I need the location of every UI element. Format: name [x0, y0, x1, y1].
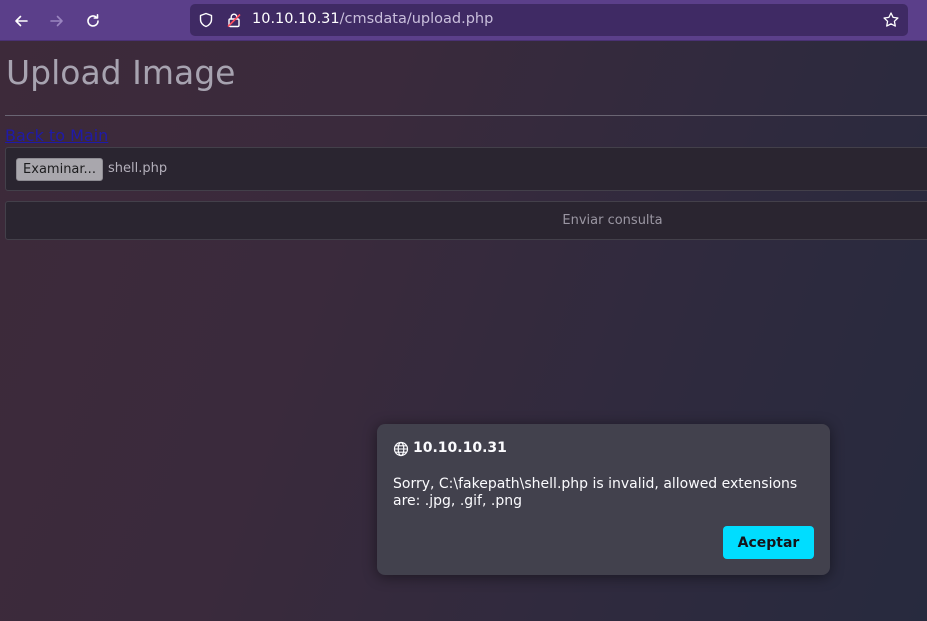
- url-text[interactable]: 10.10.10.31/cmsdata/upload.php: [252, 11, 493, 27]
- reload-icon: [87, 14, 99, 27]
- submit-label: Enviar consulta: [562, 213, 663, 228]
- browser-toolbar: 10.10.10.31/cmsdata/upload.php: [0, 0, 927, 41]
- page-title: Upload Image: [6, 53, 236, 92]
- selected-file-name: shell.php: [108, 161, 168, 176]
- file-input-row: Examinar... shell.php: [5, 147, 927, 191]
- star-icon[interactable]: [882, 11, 900, 29]
- reload-button[interactable]: [80, 8, 106, 34]
- title-divider: [5, 115, 927, 116]
- dialog-message: Sorry, C:\fakepath\shell.php is invalid,…: [393, 476, 798, 509]
- globe-icon: [393, 441, 409, 457]
- back-button[interactable]: [8, 8, 34, 34]
- dialog-host: 10.10.10.31: [413, 440, 507, 456]
- shield-icon[interactable]: [198, 12, 214, 28]
- submit-button[interactable]: Enviar consulta: [5, 201, 927, 240]
- back-to-main-link[interactable]: Back to Main: [5, 126, 108, 145]
- url-host: 10.10.10.31: [252, 11, 340, 27]
- browse-file-button[interactable]: Examinar...: [16, 158, 103, 181]
- url-bar[interactable]: 10.10.10.31/cmsdata/upload.php: [190, 4, 908, 36]
- forward-button[interactable]: [44, 8, 70, 34]
- lock-icon[interactable]: [226, 12, 242, 28]
- forward-arrow-icon: [50, 15, 63, 27]
- alert-dialog: 10.10.10.31 Sorry, C:\fakepath\shell.php…: [377, 424, 830, 575]
- back-arrow-icon: [15, 15, 28, 27]
- url-path: /cmsdata/upload.php: [339, 11, 494, 27]
- accept-button[interactable]: Aceptar: [723, 526, 814, 559]
